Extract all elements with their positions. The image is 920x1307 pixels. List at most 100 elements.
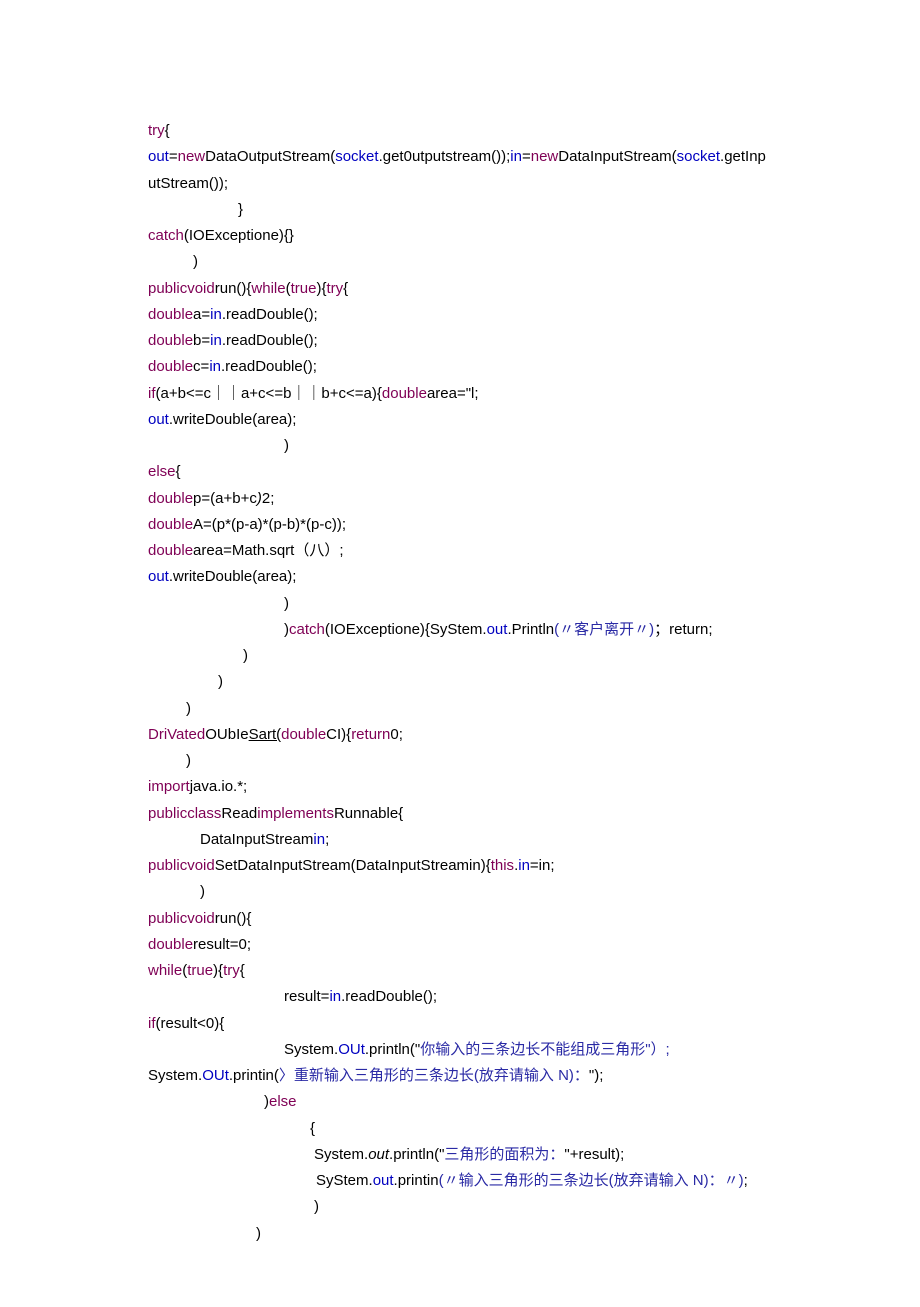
token: ) <box>256 1225 261 1242</box>
token: DataInputStream <box>200 831 313 848</box>
token: out <box>373 1172 394 1189</box>
token: class <box>187 805 221 822</box>
token: 〉 <box>279 1067 294 1084</box>
token: (IOExceptione){} <box>184 227 294 244</box>
token: .readDouble(); <box>222 332 318 349</box>
code-document: try{out=newDataOutputStream(socket.get0u… <box>0 0 920 1307</box>
token: if <box>148 385 156 402</box>
code-line: out.writeDouble(area); <box>148 564 772 590</box>
code-line: out=newDataOutputStream(socket.get0utput… <box>148 144 772 197</box>
token: run(){ <box>215 280 252 297</box>
code-line: publicvoidSetDataInputStream(DataInputSt… <box>148 853 772 879</box>
token: out <box>487 621 508 638</box>
token: in <box>510 148 522 165</box>
token: area=Math.sqrt（八）; <box>193 542 343 559</box>
token: (〃客户离开〃) <box>554 621 654 638</box>
code-line: importjava.io.*; <box>148 774 772 800</box>
code-block: try{out=newDataOutputStream(socket.get0u… <box>148 118 772 1247</box>
code-line: out.writeDouble(area); <box>148 407 772 433</box>
token: (a+b<=c｜｜a+c<=b｜｜b+c<=a){ <box>156 385 382 402</box>
token: void <box>187 280 215 297</box>
code-line: )else <box>148 1089 772 1115</box>
token: else <box>148 463 176 480</box>
code-line: ) <box>148 879 772 905</box>
token: true <box>291 280 317 297</box>
token: OUbIe <box>205 726 248 743</box>
token: while <box>251 280 285 297</box>
token: .println(" <box>365 1041 420 1058</box>
token: this <box>491 857 514 874</box>
token: Runnable{ <box>334 805 403 822</box>
token: ){ <box>316 280 326 297</box>
token: double <box>382 385 427 402</box>
token: } <box>238 201 243 218</box>
token: 2; <box>262 490 275 507</box>
code-line: publicclassReadimplementsRunnable{ <box>148 801 772 827</box>
token: .readDouble(); <box>341 988 437 1005</box>
token: Sart( <box>249 726 282 743</box>
token: .printin( <box>229 1067 279 1084</box>
token: in <box>209 358 221 375</box>
token: public <box>148 857 187 874</box>
token: catch <box>148 227 184 244</box>
token: ){ <box>213 962 223 979</box>
token: try <box>223 962 240 979</box>
code-line: doublec=in.readDouble(); <box>148 354 772 380</box>
token: .readDouble(); <box>222 306 318 323</box>
token: 重新输入三角形的三条边长(放弃请输入 N)： <box>294 1067 589 1084</box>
token: SyStem. <box>316 1172 373 1189</box>
code-line: ) <box>148 1221 772 1247</box>
code-line: if(a+b<=c｜｜a+c<=b｜｜b+c<=a){doublearea="l… <box>148 381 772 407</box>
token: OUt <box>338 1041 365 1058</box>
token: try <box>148 122 165 139</box>
token: ) <box>284 595 289 612</box>
token: area="l; <box>427 385 479 402</box>
token: run(){ <box>215 910 252 927</box>
token: OUt <box>202 1067 229 1084</box>
token: result=0; <box>193 936 251 953</box>
token: DriVated <box>148 726 205 743</box>
code-line: while(true){try{ <box>148 958 772 984</box>
code-line: DriVatedOUbIeSart(doubleCI){return0; <box>148 722 772 748</box>
token: .writeDouble(area); <box>169 411 297 428</box>
token: { <box>165 122 170 139</box>
token: DataOutputStream( <box>205 148 335 165</box>
token: CI){ <box>326 726 351 743</box>
token: double <box>148 542 193 559</box>
token: .println(" <box>389 1146 444 1163</box>
token: return <box>351 726 390 743</box>
code-line: ) <box>148 748 772 774</box>
token: true <box>187 962 213 979</box>
token: = <box>169 148 178 165</box>
code-line: ) <box>148 643 772 669</box>
code-line: ) <box>148 696 772 722</box>
code-line: publicvoidrun(){ <box>148 906 772 932</box>
token: DataInputStream( <box>558 148 676 165</box>
token: void <box>187 910 215 927</box>
token: .get0utputstream()); <box>379 148 511 165</box>
code-line: catch(IOExceptione){} <box>148 223 772 249</box>
code-line: try{ <box>148 118 772 144</box>
token: .writeDouble(area); <box>169 568 297 585</box>
code-line: SyStem.out.printin(〃输入三角形的三条边长(放弃请输入 N)：… <box>148 1168 772 1194</box>
token: public <box>148 805 187 822</box>
token: new <box>531 148 559 165</box>
token: .readDouble(); <box>221 358 317 375</box>
token: double <box>148 306 193 323</box>
code-line: System.OUt.println("你输入的三条边长不能组成三角形"）; <box>148 1037 772 1063</box>
token: "+result); <box>564 1146 624 1163</box>
code-line: doubleA=(p*(p-a)*(p-b)*(p-c)); <box>148 512 772 538</box>
token: b= <box>193 332 210 349</box>
token: try <box>326 280 343 297</box>
token: SetDataInputStream(DataInputStreamin){ <box>215 857 491 874</box>
token: java.io.*; <box>190 778 248 795</box>
token: =in; <box>530 857 555 874</box>
code-line: ) <box>148 433 772 459</box>
code-line: )catch(IOExceptione){SyStem.out.Println(… <box>148 617 772 643</box>
token: while <box>148 962 182 979</box>
token: System. <box>148 1067 202 1084</box>
token: (〃输入三角形的三条边长(放弃请输入 N)：〃) <box>439 1172 744 1189</box>
token: (result<0){ <box>156 1015 225 1032</box>
code-line: result=in.readDouble(); <box>148 984 772 1010</box>
token: .printin <box>394 1172 439 1189</box>
